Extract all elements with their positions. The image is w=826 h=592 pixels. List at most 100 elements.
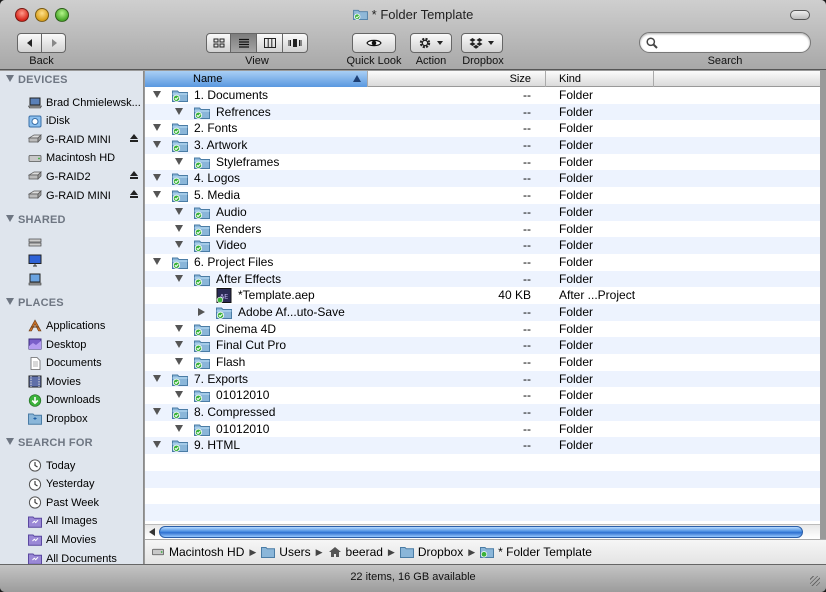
file-row[interactable]: Final Cut Pro -- Folder	[145, 337, 820, 354]
sidebar-header-devices[interactable]: DEVICES	[6, 74, 68, 86]
resize-grip-icon[interactable]	[810, 576, 820, 586]
sidebar-item-past-week[interactable]: Past Week	[28, 494, 142, 511]
file-row[interactable]: Styleframes -- Folder	[145, 154, 820, 171]
column-view-button[interactable]	[257, 33, 283, 53]
disclosure-open-icon[interactable]	[175, 424, 183, 432]
sidebar-item-network-server[interactable]	[28, 234, 142, 251]
file-row[interactable]: 8. Compressed -- Folder	[145, 404, 820, 421]
search-input[interactable]	[662, 35, 802, 50]
horizontal-scrollbar[interactable]	[145, 524, 820, 539]
path-segment[interactable]: * Folder Template	[480, 545, 592, 559]
path-segment[interactable]: Macintosh HD	[151, 545, 244, 559]
disclosure-open-icon[interactable]	[175, 224, 183, 232]
eject-icon[interactable]	[130, 171, 138, 180]
column-header-kind[interactable]: Kind	[546, 71, 654, 87]
disclosure-closed-icon[interactable]	[198, 307, 205, 316]
scrollbar-thumb[interactable]	[159, 526, 803, 538]
disclosure-open-icon[interactable]	[153, 408, 161, 416]
file-size: --	[523, 355, 531, 369]
file-row[interactable]: 1. Documents -- Folder	[145, 87, 820, 104]
sidebar-header-shared[interactable]: SHARED	[6, 214, 66, 226]
file-row[interactable]: 5. Media -- Folder	[145, 187, 820, 204]
path-segment[interactable]: Users	[261, 545, 311, 559]
sidebar-item-applications[interactable]: Applications	[28, 317, 142, 334]
file-row[interactable]: After Effects -- Folder	[145, 270, 820, 288]
file-row[interactable]: 3. Artwork -- Folder	[145, 137, 820, 154]
file-row[interactable]: 9. HTML -- Folder	[145, 437, 820, 455]
disclosure-open-icon[interactable]	[175, 391, 183, 399]
disclosure-open-icon[interactable]	[153, 191, 161, 199]
disclosure-triangle-icon[interactable]	[6, 298, 14, 306]
sidebar-item-documents[interactable]: Documents	[28, 355, 142, 372]
disclosure-open-icon[interactable]	[175, 241, 183, 249]
disclosure-open-icon[interactable]	[175, 207, 183, 215]
disclosure-open-icon[interactable]	[153, 441, 161, 449]
disclosure-open-icon[interactable]	[175, 358, 183, 365]
disclosure-open-icon[interactable]	[153, 141, 161, 149]
toolbar-toggle-button[interactable]	[790, 10, 810, 20]
list-view-button[interactable]	[231, 33, 257, 53]
eject-icon[interactable]	[130, 190, 138, 198]
sidebar-item-today[interactable]: Today	[28, 457, 142, 474]
dropbox-menu-button[interactable]	[461, 33, 503, 53]
sidebar-item-macintosh-hd[interactable]: Macintosh HD	[28, 150, 142, 167]
disclosure-triangle-icon[interactable]	[6, 214, 14, 222]
file-row[interactable]: Flash -- Folder	[145, 354, 820, 371]
sidebar-item-g-raid-mini[interactable]: G-RAID MINI	[27, 131, 142, 148]
path-segment[interactable]: Dropbox	[399, 545, 463, 559]
disclosure-open-icon[interactable]	[175, 341, 183, 349]
column-header-size[interactable]: Size	[368, 71, 546, 87]
file-row[interactable]: Cinema 4D -- Folder	[145, 321, 820, 338]
disclosure-triangle-icon[interactable]	[6, 75, 14, 82]
file-row[interactable]: Refrences -- Folder	[145, 103, 820, 121]
sidebar-item-downloads[interactable]: Downloads	[28, 392, 142, 409]
sidebar-header-places[interactable]: PLACES	[6, 297, 64, 309]
search-field[interactable]	[639, 32, 811, 53]
file-row[interactable]: 7. Exports -- Folder	[145, 370, 820, 388]
action-menu-button[interactable]	[410, 33, 452, 53]
coverflow-view-button[interactable]	[283, 33, 308, 53]
icon-view-button[interactable]	[206, 33, 231, 53]
disclosure-open-icon[interactable]	[153, 257, 161, 265]
sidebar-item-desktop[interactable]: Desktop	[28, 336, 142, 353]
column-header-name[interactable]: Name	[145, 71, 368, 87]
sidebar-item-dropbox[interactable]: Dropbox	[28, 410, 142, 427]
disclosure-open-icon[interactable]	[175, 107, 183, 115]
disclosure-open-icon[interactable]	[153, 124, 161, 132]
disclosure-open-icon[interactable]	[153, 174, 161, 182]
file-row[interactable]: Adobe Af...uto-Save -- Folder	[145, 303, 820, 321]
disclosure-open-icon[interactable]	[153, 374, 161, 382]
sidebar-item-idisk[interactable]: iDisk	[28, 113, 142, 130]
file-row[interactable]: 01012010 -- Folder	[145, 421, 820, 438]
disclosure-open-icon[interactable]	[175, 274, 183, 282]
sidebar-item-brad-chmielewsk[interactable]: Brad Chmielewsk...	[28, 94, 142, 111]
path-segment[interactable]: beerad	[328, 545, 383, 559]
sidebar-item-network-computer[interactable]	[28, 271, 142, 288]
sidebar-item-g-raid-mini[interactable]: G-RAID MINI	[27, 187, 142, 204]
sidebar-item-all-images[interactable]: All Images	[28, 513, 142, 530]
file-row[interactable]: 01012010 -- Folder	[145, 387, 820, 404]
sidebar-item-yesterday[interactable]: Yesterday	[28, 476, 142, 493]
file-row[interactable]: 2. Fonts -- Folder	[145, 120, 820, 137]
file-row[interactable]: 4. Logos -- Folder	[145, 170, 820, 188]
forward-button[interactable]	[42, 33, 66, 53]
back-button[interactable]	[17, 33, 42, 53]
quicklook-button[interactable]	[352, 33, 396, 53]
disclosure-open-icon[interactable]	[175, 324, 183, 332]
disclosure-open-icon[interactable]	[175, 157, 183, 165]
sidebar-item-all-movies[interactable]: All Movies	[28, 531, 142, 548]
file-row[interactable]: 6. Project Files -- Folder	[145, 254, 820, 271]
disclosure-open-icon[interactable]	[153, 91, 161, 98]
sidebar-header-search-for[interactable]: SEARCH FOR	[6, 437, 93, 449]
eject-icon[interactable]	[130, 134, 138, 143]
file-row[interactable]: Video -- Folder	[145, 237, 820, 254]
dropbox-label: Dropbox	[462, 55, 504, 67]
sidebar-item-g-raid2[interactable]: G-RAID2	[27, 168, 142, 185]
file-row[interactable]: AE *Template.aep 40 KB After ...Project	[145, 287, 820, 304]
disclosure-triangle-icon[interactable]	[6, 438, 14, 445]
sidebar-item-network-display[interactable]	[28, 252, 142, 269]
sidebar-item-movies[interactable]: Movies	[28, 373, 142, 390]
scroll-left-icon[interactable]	[149, 528, 155, 536]
file-row[interactable]: Audio -- Folder	[145, 203, 820, 221]
file-row[interactable]: Renders -- Folder	[145, 221, 820, 238]
